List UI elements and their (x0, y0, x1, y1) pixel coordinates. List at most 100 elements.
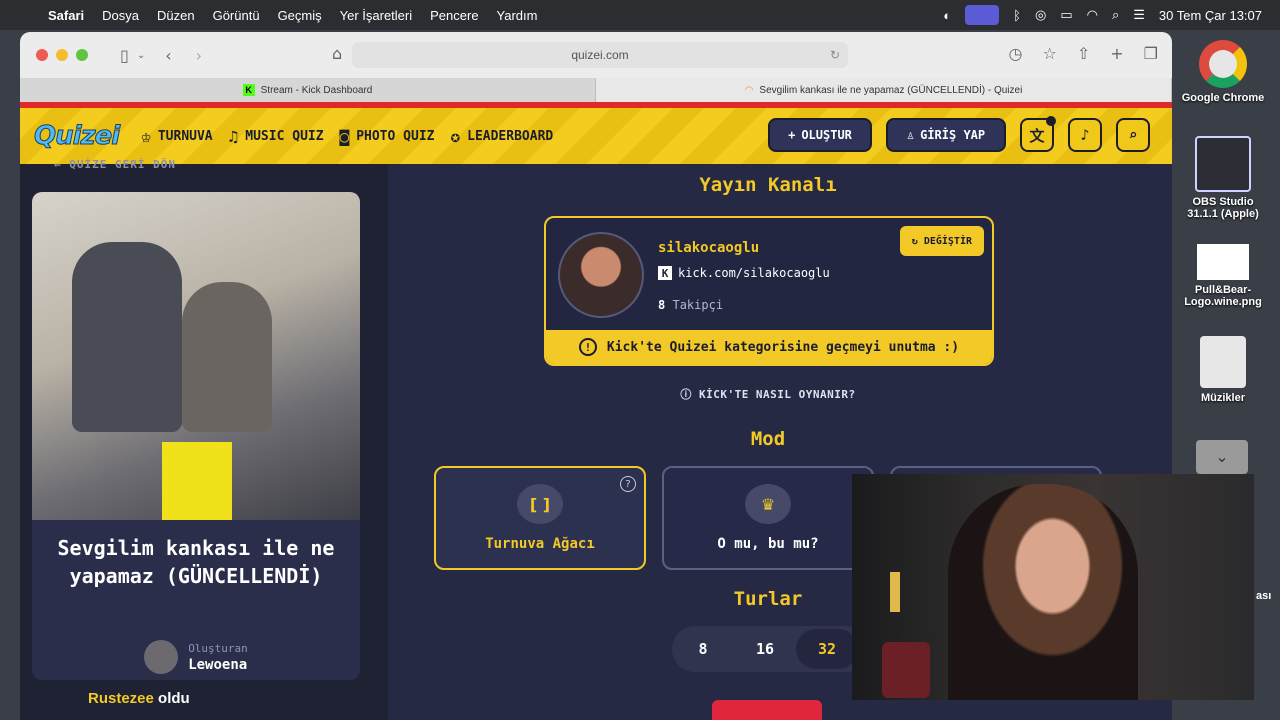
user-icon: ♙ (906, 128, 915, 142)
mode-label: O mu, bu mu? (717, 536, 819, 552)
wifi-icon[interactable]: ◠ (1087, 7, 1098, 23)
create-label: OLUŞTUR (801, 128, 852, 142)
start-button[interactable] (712, 700, 822, 720)
tab-overview-icon[interactable]: ❐ (1144, 44, 1158, 63)
language-button[interactable]: 文 (1020, 116, 1056, 152)
nav-tournament[interactable]: ♔ TURNUVA (141, 127, 212, 146)
airdrop-icon[interactable]: ◎ (1035, 7, 1046, 23)
notifications-button[interactable]: ♪ (1068, 118, 1102, 152)
nav-photo-quiz[interactable]: ◙ PHOTO QUIZ (340, 127, 435, 146)
channel-followers: 8 Takipçi (658, 298, 723, 312)
screen-mirror-icon[interactable] (965, 5, 1000, 25)
forward-arrow-icon[interactable]: › (196, 46, 202, 65)
menu-item-history[interactable]: Geçmiş (278, 8, 322, 23)
mode-option-this-or-that[interactable]: ♛ O mu, bu mu? (662, 466, 874, 570)
quiz-title: Sevgilim kankası ile ne yapamaz (GÜNCELL… (57, 536, 335, 588)
channel-section-title: Yayın Kanalı (699, 174, 837, 196)
history-icon[interactable]: ◷ (1009, 44, 1023, 63)
bracket-icon: [ ] (517, 484, 563, 524)
desktop-icon-chrome[interactable]: Google Chrome (1178, 40, 1268, 104)
menu-app-name[interactable]: Safari (48, 8, 84, 23)
category-warning: ! Kick'te Quizei kategorisine geçmeyi un… (546, 330, 992, 364)
create-button[interactable]: + OLUŞTUR (768, 118, 872, 152)
nav-leaderboard[interactable]: ✪ LEADERBOARD (450, 127, 553, 146)
bluetooth-icon[interactable]: ᛒ (1013, 8, 1021, 23)
photo-yellow-object (162, 442, 232, 520)
tab-quizei[interactable]: ◠ Sevgilim kankası ile ne yapamaz (GÜNCE… (596, 78, 1172, 102)
back-arrow-icon: ← (54, 158, 70, 171)
sidebar-toggle-icon[interactable]: ▯ (120, 46, 129, 65)
close-icon[interactable] (36, 49, 48, 61)
tab-bar: K Stream - Kick Dashboard ◠ Sevgilim kan… (20, 78, 1172, 102)
how-to-play-link[interactable]: ⓘ KİCK'TE NASIL OYNANIR? (388, 386, 1148, 402)
search-button[interactable]: ⌕ (1116, 118, 1150, 152)
quiz-cover-image (32, 192, 360, 520)
site-logo[interactable]: Quizei (33, 121, 120, 152)
webcam-overlay (852, 474, 1254, 700)
mode-label: Turnuva Ağacı (485, 536, 595, 552)
menu-item-view[interactable]: Görüntü (213, 8, 260, 23)
followers-count: 8 (658, 298, 666, 312)
new-tab-icon[interactable]: + (1110, 44, 1123, 63)
round-option-8[interactable]: 8 (672, 629, 734, 669)
menu-item-file[interactable]: Dosya (102, 8, 139, 23)
kick-icon: K (242, 84, 255, 96)
desktop-icon-music[interactable]: Müzikler (1178, 336, 1268, 404)
round-option-16[interactable]: 16 (734, 629, 796, 669)
change-channel-button[interactable]: ↻ DEĞİŞTİR (899, 226, 984, 256)
back-label: QUİZE GERİ DÖN (69, 158, 176, 171)
help-icon[interactable]: ? (620, 476, 636, 492)
bell-icon: ♪ (1080, 126, 1090, 144)
music-note-icon: ♫ (228, 126, 239, 146)
bookmark-star-icon[interactable]: ☆ (1043, 44, 1057, 63)
url-text: quizei.com (571, 48, 629, 62)
desktop-icon-label: Pull&Bear-Logo.wine.png (1184, 284, 1262, 308)
spotlight-search-icon[interactable]: ⌕ (1112, 7, 1119, 23)
warning-text: Kick'te Quizei kategorisine geçmeyi unut… (606, 339, 960, 355)
notice-user: Rustezee (88, 690, 154, 707)
desktop-icon-pullbear[interactable]: Pull&Bear-Logo.wine.png (1178, 244, 1268, 308)
photo-figure-left (72, 242, 182, 432)
nav-label: TURNUVA (157, 128, 213, 144)
creator-info[interactable]: Oluşturan Lewoena (32, 640, 360, 674)
creator-caption: Oluşturan (188, 641, 248, 655)
avatar (144, 640, 179, 674)
desktop-icon-label: Google Chrome (1181, 92, 1265, 104)
tab-title: Stream - Kick Dashboard (260, 84, 373, 96)
translate-icon: 文 (1029, 126, 1045, 145)
channel-link-text: kick.com/silakocaoglu (678, 266, 830, 280)
channel-link[interactable]: K kick.com/silakocaoglu (658, 266, 830, 280)
chevron-down-icon[interactable]: ⌄ (137, 50, 145, 61)
home-icon[interactable]: ⌂ (332, 44, 342, 63)
mode-option-bracket[interactable]: [ ] Turnuva Ağacı ? (434, 466, 646, 570)
tab-kick-dashboard[interactable]: K Stream - Kick Dashboard (20, 78, 596, 102)
menu-item-window[interactable]: Pencere (430, 8, 478, 23)
share-icon[interactable]: ⇧ (1077, 44, 1090, 63)
menu-item-bookmarks[interactable]: Yer İşaretleri (340, 8, 413, 23)
medal-icon: ✪ (450, 126, 461, 146)
creative-cloud-icon[interactable]: ◐ (943, 8, 951, 23)
control-center-icon[interactable]: ☰ (1133, 7, 1145, 23)
nav-label: MUSIC QUIZ (245, 128, 324, 144)
menu-item-help[interactable]: Yardım (497, 8, 538, 23)
battery-icon[interactable]: ▭ (1060, 7, 1072, 23)
minimize-icon[interactable] (56, 49, 68, 61)
nav-music-quiz[interactable]: ♫ MUSIC QUIZ (229, 127, 324, 146)
address-bar[interactable]: quizei.com ↻ (352, 42, 848, 68)
menu-item-edit[interactable]: Düzen (157, 8, 195, 23)
back-arrow-icon[interactable]: ‹ (165, 46, 171, 65)
zoom-icon[interactable] (76, 49, 88, 61)
webcam-person (948, 484, 1138, 700)
back-to-quiz-link[interactable]: ← QUİZE GERİ DÖN (54, 158, 176, 171)
round-option-32[interactable]: 32 (796, 629, 858, 669)
login-button[interactable]: ♙ GİRİŞ YAP (886, 118, 1006, 152)
photo-figure-right (182, 282, 272, 432)
chevron-down-icon[interactable]: ⌄ (1196, 440, 1248, 474)
menubar-clock[interactable]: 30 Tem Çar 13:07 (1159, 8, 1262, 23)
macos-menubar: Safari Dosya Düzen Görüntü Geçmiş Yer İş… (0, 0, 1280, 30)
obs-icon (1195, 136, 1251, 192)
reload-icon[interactable]: ↻ (830, 42, 840, 68)
music-file-icon (1200, 336, 1246, 388)
desktop-icon-obs[interactable]: OBS Studio 31.1.1 (Apple) (1178, 136, 1268, 220)
search-icon: ⌕ (1128, 126, 1138, 144)
